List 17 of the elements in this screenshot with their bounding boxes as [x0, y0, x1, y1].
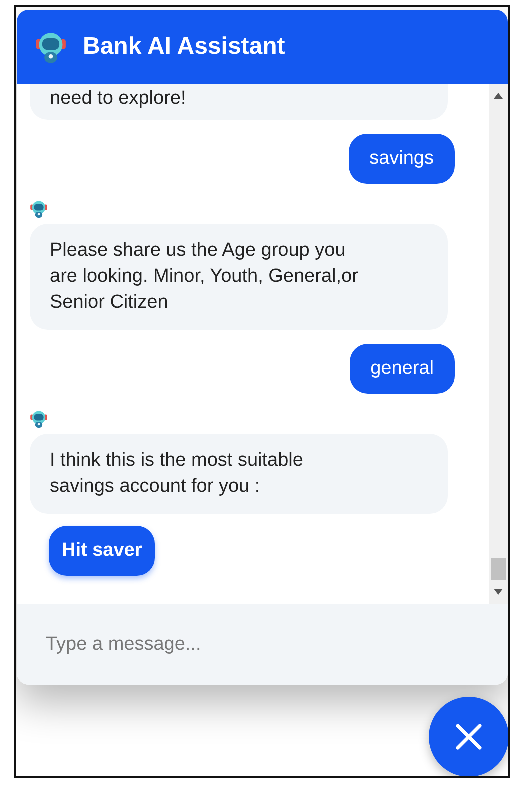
chat-title: Bank AI Assistant	[83, 33, 286, 61]
robot-icon	[30, 410, 48, 428]
user-message: general	[350, 344, 455, 394]
message-input[interactable]: Type a message...	[44, 632, 448, 656]
robot-icon	[35, 31, 67, 63]
bot-message: I think this is the most suitable savings account for you :	[30, 434, 448, 514]
bot-message: Please share us the Age group you are looking. Minor, Youth, General,or Senior Citizen	[30, 224, 448, 330]
scrollbar-thumb[interactable]	[491, 558, 506, 580]
robot-icon	[30, 200, 48, 218]
scroll-up-icon[interactable]	[494, 93, 503, 99]
bot-message: need to explore!	[30, 84, 448, 120]
scrollbar[interactable]	[489, 84, 508, 604]
option-button[interactable]: Hit saver	[49, 526, 156, 576]
scroll-down-icon[interactable]	[494, 589, 503, 595]
close-button[interactable]	[429, 697, 508, 776]
close-icon	[456, 724, 482, 750]
user-message: savings	[348, 134, 455, 184]
